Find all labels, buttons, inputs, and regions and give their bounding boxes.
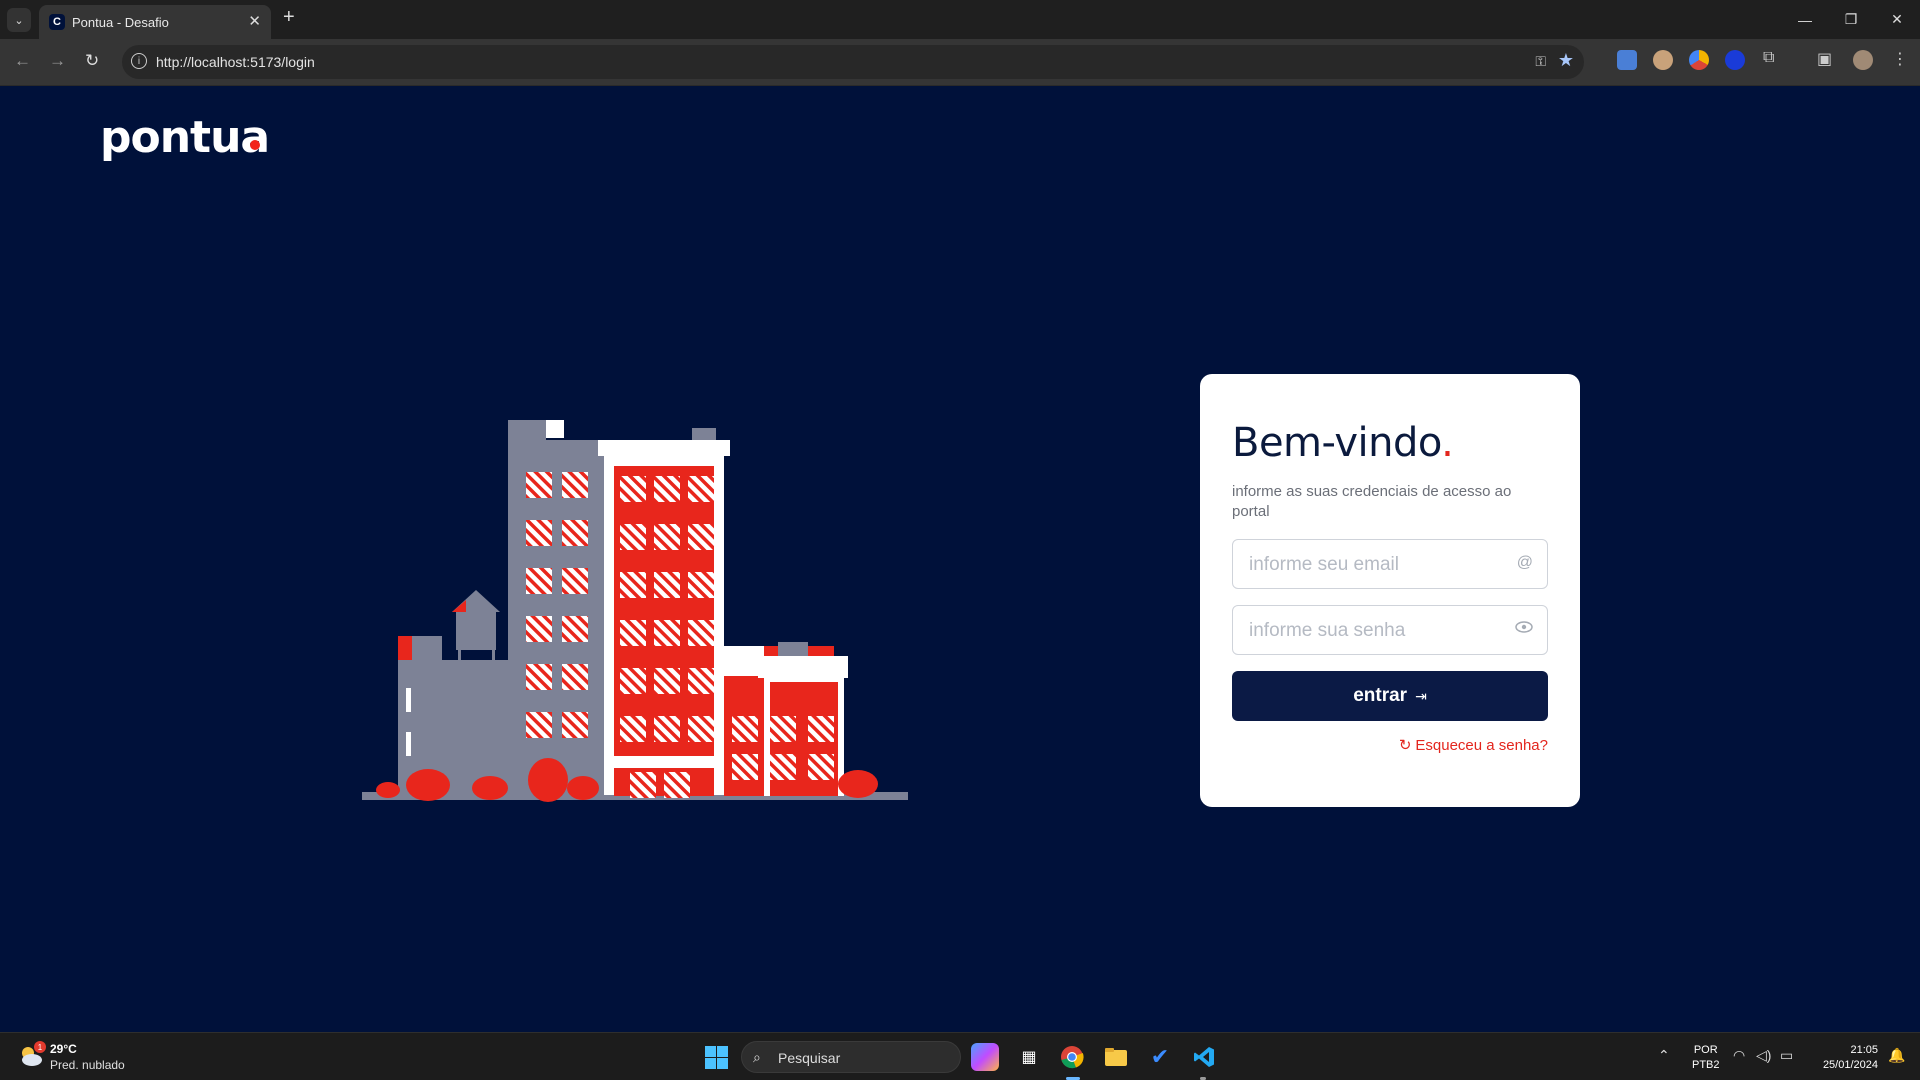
windows-taskbar: 1 29°C Pred. nublado ⌕ Pesquisar ▦ ✔ ⌃ P…	[0, 1032, 1920, 1080]
site-info-icon[interactable]: i	[131, 53, 147, 69]
email-field[interactable]	[1249, 552, 1499, 578]
weather-temperature[interactable]: 29°C	[50, 1042, 77, 1056]
browser-tab-strip: ⌄ C Pontua - Desafio ✕ + — ❐ ✕	[0, 0, 1920, 39]
battery-icon[interactable]: ▭	[1780, 1047, 1793, 1064]
tab-search-chevron-icon[interactable]: ⌄	[7, 8, 31, 32]
login-submit-label: entrar	[1353, 685, 1408, 706]
forward-icon[interactable]: →	[49, 51, 66, 71]
logo-dot	[250, 140, 260, 150]
extension-blue-icon[interactable]	[1725, 50, 1745, 70]
at-sign-icon: @	[1516, 554, 1533, 571]
menu-kebab-icon[interactable]: ⋮	[1892, 49, 1908, 69]
welcome-title-dot: .	[1441, 420, 1454, 466]
bookmark-star-icon[interactable]: ★	[1558, 50, 1574, 71]
log-in-icon: ⇥	[1415, 687, 1427, 704]
input-language[interactable]: POR PTB2	[1692, 1043, 1720, 1073]
todo-check-icon[interactable]: ✔	[1146, 1043, 1174, 1071]
chrome-icon[interactable]	[1058, 1043, 1086, 1071]
pontua-logo: pontua	[100, 112, 270, 163]
restore-icon[interactable]: ❐	[1828, 0, 1874, 39]
new-tab-icon[interactable]: +	[283, 6, 295, 29]
browser-tab[interactable]: C Pontua - Desafio ✕	[39, 5, 271, 39]
refresh-icon: ↻	[1398, 737, 1412, 754]
weather-alert-badge: 1	[34, 1041, 46, 1053]
language-code: POR	[1693, 1044, 1718, 1056]
address-bar[interactable]: i http://localhost:5173/login ⚿ ★	[122, 45, 1584, 79]
taskbar-search[interactable]: ⌕ Pesquisar	[741, 1041, 961, 1073]
clock-date: 25/01/2024	[1822, 1059, 1878, 1071]
translate-extension-icon[interactable]	[1617, 50, 1637, 70]
forgot-password-label: Esqueceu a senha?	[1415, 736, 1548, 754]
password-key-icon[interactable]: ⚿	[1535, 53, 1546, 70]
back-icon[interactable]: ←	[14, 51, 31, 71]
keyboard-layout: PTB2	[1692, 1059, 1720, 1071]
password-field[interactable]	[1249, 618, 1499, 644]
url-text[interactable]: http://localhost:5173/login	[156, 54, 315, 70]
notifications-bell-icon[interactable]: 🔔	[1888, 1047, 1905, 1064]
side-panel-icon[interactable]: ▣	[1817, 49, 1832, 69]
tab-close-icon[interactable]: ✕	[248, 12, 261, 30]
clock-time: 21:05	[1850, 1044, 1878, 1056]
wifi-icon[interactable]: ◠	[1733, 1047, 1745, 1064]
login-card: Bem-vindo. informe as suas credenciais d…	[1200, 374, 1580, 807]
minimize-icon[interactable]: —	[1782, 0, 1828, 39]
weather-description[interactable]: Pred. nublado	[50, 1058, 125, 1072]
email-field-wrapper: @	[1232, 539, 1548, 589]
tab-title: Pontua - Desafio	[72, 15, 169, 30]
extension-dots-icon[interactable]	[1689, 50, 1709, 70]
extensions-puzzle-icon[interactable]: ⧉	[1763, 49, 1774, 67]
login-submit-button[interactable]: entrar ⇥	[1232, 671, 1548, 721]
system-clock[interactable]: 21:05 25/01/2024	[1810, 1043, 1878, 1073]
file-explorer-icon[interactable]	[1102, 1043, 1130, 1071]
welcome-title-text: Bem-vindo	[1232, 420, 1442, 466]
search-icon: ⌕	[753, 1049, 761, 1065]
forgot-password-link[interactable]: ↻ Esqueceu a senha?	[1398, 736, 1548, 755]
welcome-title: Bem-vindo.	[1232, 420, 1454, 466]
vscode-icon[interactable]	[1190, 1043, 1218, 1071]
copilot-icon[interactable]	[971, 1043, 999, 1071]
eye-icon[interactable]	[1515, 620, 1533, 639]
pontua-favicon-icon: C	[49, 14, 65, 30]
windows-start-icon[interactable]	[705, 1046, 728, 1069]
tray-chevron-up-icon[interactable]: ⌃	[1658, 1047, 1670, 1064]
profile-avatar-icon[interactable]	[1853, 50, 1873, 70]
extension-avatar-icon[interactable]	[1653, 50, 1673, 70]
task-view-icon[interactable]: ▦	[1015, 1043, 1043, 1071]
password-field-wrapper	[1232, 605, 1548, 655]
browser-toolbar: ← → ↻ i http://localhost:5173/login ⚿ ★ …	[0, 39, 1920, 86]
building-illustration	[362, 420, 908, 802]
reload-icon[interactable]: ↻	[85, 51, 99, 71]
volume-icon[interactable]: ◁)	[1756, 1047, 1771, 1064]
taskbar-search-label: Pesquisar	[778, 1050, 841, 1066]
window-controls: — ❐ ✕	[1782, 0, 1920, 39]
login-subtitle: informe as suas credenciais de acesso ao…	[1232, 483, 1512, 520]
close-window-icon[interactable]: ✕	[1874, 0, 1920, 39]
